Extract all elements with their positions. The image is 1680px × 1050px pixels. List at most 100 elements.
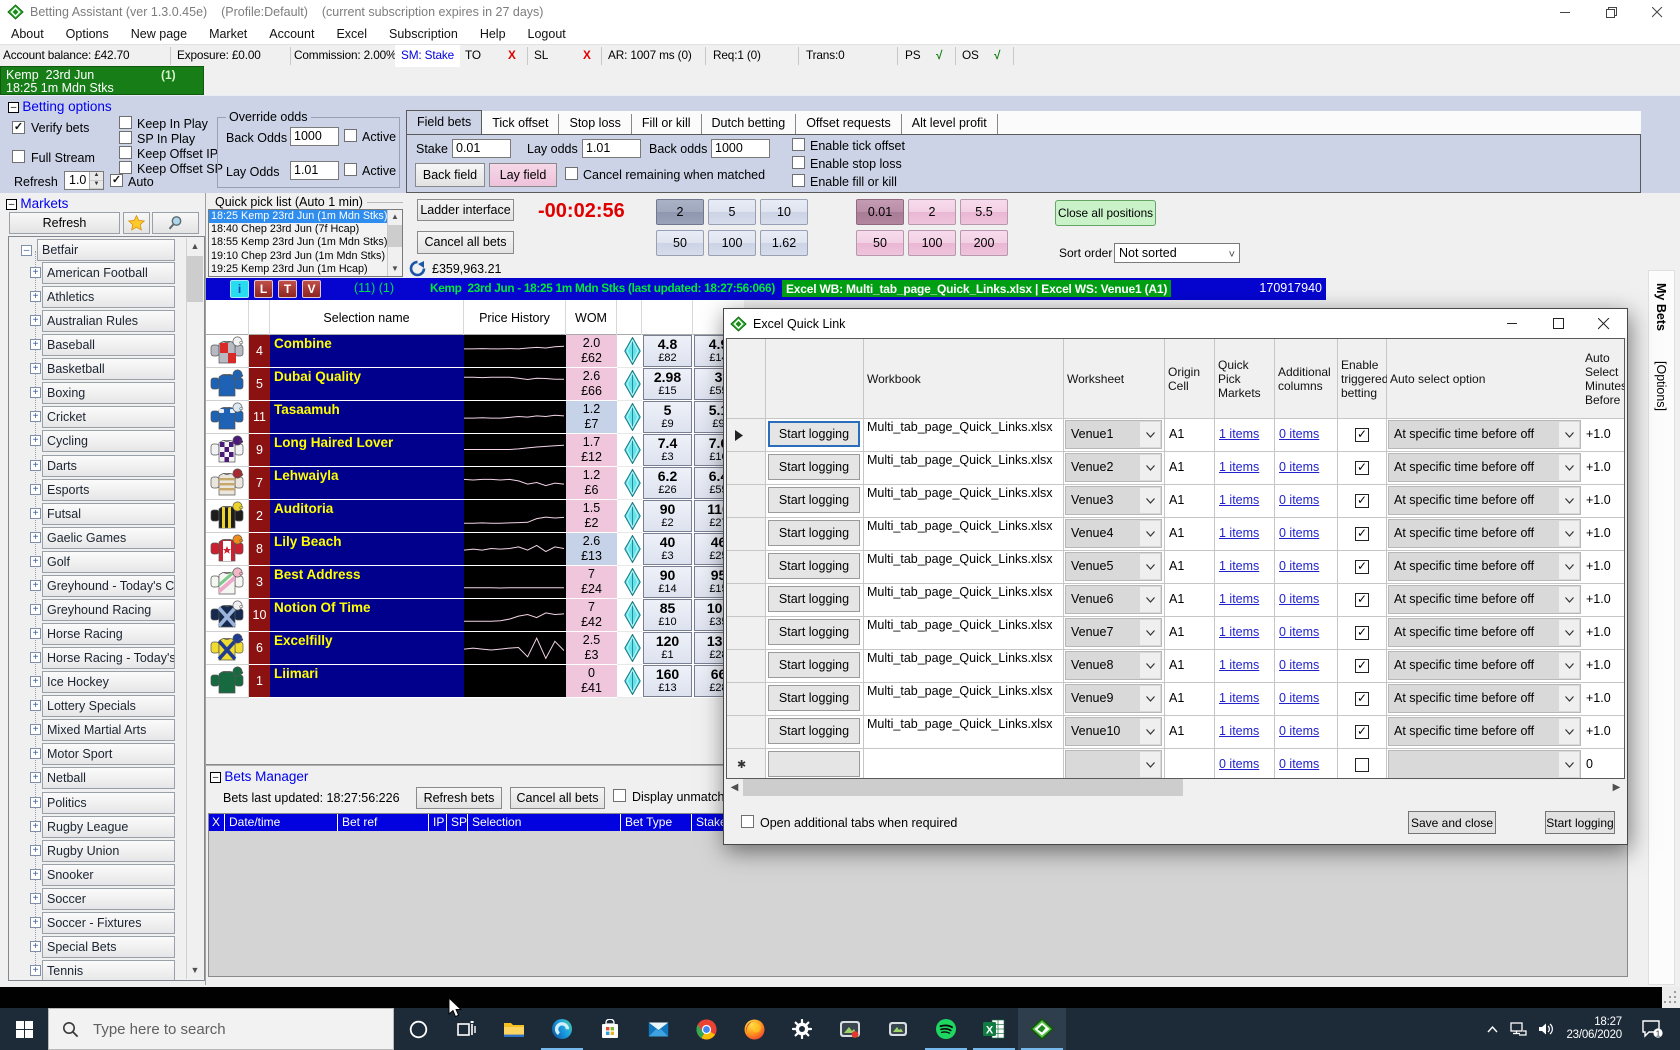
cancel-remaining-checkbox[interactable]	[565, 167, 578, 180]
sort-order-select[interactable]: Not sorted˅	[1114, 243, 1240, 263]
back-price-cell[interactable]: 160£13	[642, 665, 693, 698]
origin-cell[interactable]: A1	[1165, 650, 1215, 683]
refresh-spinner[interactable]: 1.0 ▲▼	[64, 171, 104, 190]
notification-icon[interactable]: 1	[1632, 1008, 1672, 1050]
additional-columns-link[interactable]: 0 items	[1279, 460, 1319, 474]
expand-icon[interactable]: +	[30, 893, 41, 904]
sidebar-item-athletics[interactable]: Athletics	[42, 286, 175, 308]
network-icon[interactable]	[1504, 1008, 1532, 1050]
sidebar-item-horse-racing[interactable]: Horse Racing	[42, 623, 175, 645]
enable-triggered-betting-checkbox[interactable]: ✓	[1355, 560, 1369, 574]
expand-icon[interactable]: +	[30, 797, 41, 808]
display-unmatched-checkbox[interactable]	[613, 789, 626, 802]
chevron-down-icon[interactable]	[1140, 719, 1160, 744]
back-price-cell[interactable]: 6.2£26	[642, 467, 693, 500]
keep-offset-sp-checkbox[interactable]	[119, 161, 132, 174]
chevron-down-icon[interactable]	[1559, 587, 1579, 612]
back-price-cell[interactable]: 40£3	[642, 533, 693, 566]
full-stream-checkbox[interactable]	[12, 150, 25, 163]
minutes-before-cell[interactable]: +1.0	[1582, 551, 1625, 584]
race-tab[interactable]: Kemp 23rd Jun (1) 18:25 1m Mdn Stks	[0, 66, 204, 95]
row-selector[interactable]	[727, 419, 766, 452]
origin-cell[interactable]: A1	[1165, 716, 1215, 749]
taskbar-clock[interactable]: 18:27 23/06/2020	[1558, 1008, 1622, 1050]
lay-active-checkbox[interactable]	[344, 163, 357, 176]
tab-tick-offset[interactable]: Tick offset	[482, 114, 559, 134]
selection-name[interactable]: Best Address	[270, 566, 464, 599]
auto-select-option[interactable]: At specific time before off	[1388, 420, 1581, 449]
additional-columns-link[interactable]: 0 items	[1279, 724, 1319, 738]
enable-triggered-betting-checkbox[interactable]: ✓	[1355, 527, 1369, 541]
menu-about[interactable]: About	[0, 27, 55, 41]
start-logging-button[interactable]: Start logging	[768, 454, 860, 480]
worksheet-select[interactable]: Venue3	[1065, 486, 1162, 515]
resize-grip[interactable]	[1662, 987, 1680, 1008]
scroll-left-icon[interactable]: ◀	[726, 779, 743, 796]
chevron-down-icon[interactable]	[1559, 686, 1579, 711]
lay-stake-button-50[interactable]: 50	[856, 230, 904, 256]
field-back-odds-input[interactable]: 1000	[711, 139, 770, 158]
selection-name[interactable]: Excelfilly	[270, 632, 464, 665]
back-active-checkbox[interactable]	[344, 129, 357, 142]
field-lay-odds-input[interactable]: 1.01	[582, 139, 641, 158]
expand-icon[interactable]: +	[30, 676, 41, 687]
chevron-down-icon[interactable]	[1140, 455, 1160, 480]
search-markets-button[interactable]	[152, 212, 199, 234]
auto-select-option[interactable]: At specific time before off	[1388, 618, 1581, 647]
back-stake-button-1.62[interactable]: 1.62	[760, 230, 808, 256]
start-logging-button[interactable]: Start logging	[768, 652, 860, 678]
expand-icon[interactable]: +	[30, 700, 41, 711]
scroll-right-icon[interactable]: ▶	[1608, 779, 1625, 796]
cancel-all-bets-manager-button[interactable]: Cancel all bets	[510, 787, 605, 809]
back-price-button[interactable]: 160£13	[643, 665, 692, 697]
selection-name[interactable]: Lily Beach	[270, 533, 464, 566]
enable-triggered-betting-checkbox[interactable]: ✓	[1355, 692, 1369, 706]
origin-cell[interactable]: A1	[1165, 485, 1215, 518]
enable-triggered-betting-checkbox[interactable]: ✓	[1355, 725, 1369, 739]
minutes-before-cell[interactable]: +1.0	[1582, 650, 1625, 683]
additional-columns-link[interactable]: 0 items	[1279, 625, 1319, 639]
back-price-button[interactable]: 2.98£15	[643, 368, 692, 400]
workbook-cell[interactable]: Multi_tab_page_Quick_Links.xlsx	[864, 551, 1064, 584]
expand-icon[interactable]: +	[30, 556, 41, 567]
sidebar-item-rugby-union[interactable]: Rugby Union	[42, 840, 175, 862]
refresh-bets-button[interactable]: Refresh bets	[416, 787, 502, 809]
worksheet-select[interactable]: Venue8	[1065, 651, 1162, 680]
sidebar-item-snooker[interactable]: Snooker	[42, 864, 175, 886]
sidebar-item-tennis[interactable]: Tennis	[42, 960, 175, 981]
taskbar-icon-chrome[interactable]	[682, 1008, 730, 1050]
back-price-cell[interactable]: 90£14	[642, 566, 693, 599]
back-price-cell[interactable]: 4.8£82	[642, 335, 693, 368]
expand-icon[interactable]: +	[30, 724, 41, 735]
additional-columns-link[interactable]: 0 items	[1279, 658, 1319, 672]
auto-checkbox[interactable]	[110, 174, 123, 187]
lay-odds-input[interactable]: 1.01	[290, 161, 339, 180]
collapse-icon[interactable]: –	[21, 245, 32, 256]
worksheet-select[interactable]: Venue2	[1065, 453, 1162, 482]
quick-pick-markets-link[interactable]: 1 items	[1219, 625, 1259, 639]
expand-icon[interactable]: +	[30, 484, 41, 495]
sidebar-item-australian-rules[interactable]: Australian Rules	[42, 310, 175, 332]
taskbar-icon-spotify[interactable]	[922, 1008, 970, 1050]
lay-stake-button-0.01[interactable]: 0.01	[856, 199, 904, 225]
info-bar-button-v[interactable]: V	[302, 280, 321, 298]
origin-cell[interactable]: A1	[1165, 518, 1215, 551]
quick-pick-markets-link[interactable]: 0 items	[1219, 757, 1259, 771]
sidebar-item-lottery-specials[interactable]: Lottery Specials	[42, 695, 175, 717]
sidebar-item-esports[interactable]: Esports	[42, 479, 175, 501]
selection-name[interactable]: Dubai Quality	[270, 368, 464, 401]
back-price-cell[interactable]: 120£1	[642, 632, 693, 665]
workbook-cell[interactable]	[864, 749, 1064, 779]
minutes-before-cell[interactable]: +1.0	[1582, 419, 1625, 452]
sidebar-item-mixed-martial-arts[interactable]: Mixed Martial Arts	[42, 719, 175, 741]
minutes-before-cell[interactable]: +1.0	[1582, 584, 1625, 617]
minutes-before-cell[interactable]: +1.0	[1582, 683, 1625, 716]
sidebar-item-politics[interactable]: Politics	[42, 792, 175, 814]
dialog-minimize-button[interactable]	[1489, 309, 1535, 338]
sidebar-item-american-football[interactable]: American Football	[42, 262, 175, 284]
info-bar-button-i[interactable]: i	[230, 280, 249, 298]
expand-icon[interactable]: +	[30, 869, 41, 880]
back-price-button[interactable]: 5£9	[643, 401, 692, 433]
expand-icon[interactable]: +	[30, 339, 41, 350]
sidebar-item-greyhound-today-s-card[interactable]: Greyhound - Today's Card	[42, 575, 175, 597]
